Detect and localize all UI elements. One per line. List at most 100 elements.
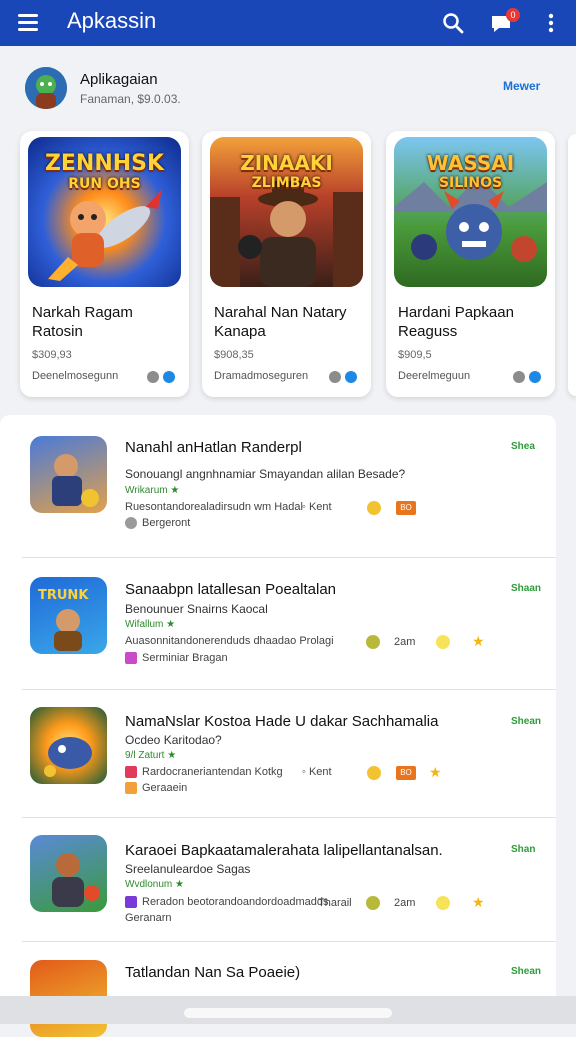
app-bar: Apkassin 0	[0, 0, 576, 46]
card-badges	[329, 371, 357, 383]
item-meta-extra-text: Kent	[308, 501, 332, 513]
list-item[interactable]: NamaNslar Kostoa Hade U dakar Sachhamali…	[0, 690, 556, 818]
game-icon-art	[52, 853, 100, 907]
game-art-subtitle: ZLIMBAS	[251, 175, 322, 191]
badge-icon: BO	[396, 501, 416, 515]
card-price: $908,35	[214, 349, 254, 361]
more-options-icon[interactable]	[539, 11, 563, 35]
game-art-title-text: ZENNHSK	[44, 151, 165, 176]
game-art: ZINAAKI ZLIMBAS	[210, 137, 363, 287]
game-icon-art	[44, 737, 92, 777]
item-developer-text: Geraaein	[142, 782, 188, 794]
item-meta-text: Reradon beotorandoandordoadmadds	[142, 896, 329, 908]
item-meta: Auasonnitandonerenduds dhaadao Prolagi	[125, 635, 334, 647]
game-art-subtitle: SILINOS	[438, 175, 503, 191]
item-title: Sanaabpn latallesan Poealtalan	[125, 581, 337, 598]
game-icon	[30, 835, 107, 912]
item-status: Shan	[511, 844, 536, 855]
newer-link[interactable]: Mewer	[503, 79, 540, 93]
item-category: Wrikarum ★	[125, 485, 180, 496]
featured-card[interactable]: WASSAI SILINOS Hardani Papkaan Reaguss $9…	[386, 131, 555, 397]
item-meta: Ruesontandorealadirsudn wm Hadal	[125, 501, 303, 513]
item-developer-text: Serminiar Bragan	[142, 652, 228, 664]
item-meta-text: Rardocraneriantendan Kotkg	[142, 766, 283, 778]
card-badges	[147, 371, 175, 383]
moon-icon	[436, 635, 450, 649]
item-title: NamaNslar Kostoa Hade U dakar Sachhamali…	[125, 713, 439, 730]
item-developer: Geranarn	[125, 912, 172, 924]
item-title: Nanahl anHatlan Randerpl	[125, 439, 302, 456]
star-icon: ★	[472, 633, 485, 649]
card-price: $909,5	[398, 349, 432, 361]
game-icon-art	[52, 454, 99, 507]
item-developer-row: Reradon beotorandoandordoadmadds	[125, 896, 329, 909]
card-title: Hardani Papkaan Reaguss	[398, 304, 514, 340]
coin-icon	[367, 766, 381, 780]
game-art: ZENNHSK RUN OHS	[28, 137, 181, 287]
profile-row: Aplikagaian Fanaman, $9.0.03. Mewer	[0, 46, 576, 130]
featured-card-peek[interactable]	[568, 134, 576, 396]
item-meta-extra: ◦ Kent	[302, 766, 332, 778]
item-category: 9/l Zaturt ★	[125, 750, 177, 761]
item-description: Ocdeo Karitodao?	[125, 733, 222, 747]
card-developer: Deerelmeguun	[398, 370, 471, 382]
avatar-image	[25, 67, 67, 109]
game-art-title: ZINAAKI ZLIMBAS	[210, 151, 363, 191]
search-icon[interactable]	[441, 11, 465, 35]
game-icon	[30, 436, 107, 513]
profile-name: Aplikagaian	[80, 71, 158, 88]
coin-icon	[366, 896, 380, 910]
game-art-title: ZENNHSK RUN OHS	[28, 151, 181, 192]
card-developer: Deenelmosegunn	[32, 370, 119, 382]
item-description: Benounuer Snairns Kaocal	[125, 602, 268, 616]
game-icon-art: TRUNK	[38, 588, 89, 651]
list-item[interactable]: TRUNK Sanaabpn latallesan Poealtalan Ben…	[0, 558, 556, 690]
game-icon	[30, 707, 107, 784]
item-time: 2am	[394, 897, 416, 909]
item-meta-text: Auasonnitandonerenduds dhaadao Prolagi	[125, 635, 334, 647]
badge-icon: BO	[396, 766, 416, 780]
item-meta-extra-text: Kent	[308, 766, 332, 778]
item-status: Shea	[511, 441, 535, 452]
item-category: Wvdlonum ★	[125, 879, 184, 890]
card-price: $309,93	[32, 349, 72, 361]
coin-icon	[366, 635, 380, 649]
item-description: Sreelanuleardoe Sagas	[125, 862, 251, 876]
item-meta-extra: Tharail	[318, 897, 352, 909]
card-title: Narkah Ragam Ratosin	[32, 304, 133, 340]
item-title: Tatlandan Nan Sa Poaeie)	[125, 964, 301, 981]
moon-icon	[436, 896, 450, 910]
card-developer: Dramadmoseguren	[214, 370, 309, 382]
item-title: Karaoei Bapkaatamalerahata lalipellantan…	[125, 842, 443, 859]
game-art-title-text: WASSAI	[426, 151, 515, 175]
item-description: Sonouangl angnhnamiar Smayandan alilan B…	[125, 467, 406, 481]
star-icon: ★	[472, 894, 485, 910]
app-list: Nanahl anHatlan Randerpl Sonouangl angnh…	[0, 415, 556, 1037]
list-item[interactable]: Karaoei Bapkaatamalerahata lalipellantan…	[0, 818, 556, 942]
item-meta: Rardocraneriantendan Kotkg	[125, 766, 283, 779]
item-status: Shean	[511, 716, 542, 727]
menu-icon[interactable]	[18, 14, 38, 32]
game-art-subtitle: RUN OHS	[68, 176, 141, 192]
item-developer: Serminiar Bragan	[125, 652, 228, 665]
featured-card[interactable]: ZENNHSK RUN OHS Narkah Ragam Ratosin $309…	[20, 131, 189, 397]
game-art: WASSAI SILINOS	[394, 137, 547, 287]
item-meta-text: Ruesontandorealadirsudn wm Hadal	[125, 501, 303, 513]
item-developer: Bergeront	[125, 517, 190, 530]
avatar[interactable]	[25, 67, 67, 109]
app-title: Apkassin	[67, 8, 157, 33]
item-meta-extra: ◦ Kent	[302, 501, 332, 513]
item-status: Shaan	[511, 583, 542, 594]
game-art-title-text: ZINAAKI	[240, 151, 333, 175]
game-art-title: WASSAI SILINOS	[394, 151, 547, 191]
list-item[interactable]: Nanahl anHatlan Randerpl Sonouangl angnh…	[0, 415, 556, 557]
item-meta-extra: 2am	[394, 636, 416, 648]
card-title: Narahal Nan Natary Kanapa	[214, 304, 347, 340]
star-icon: ★	[429, 764, 442, 780]
game-icon: TRUNK	[30, 577, 107, 654]
scrollbar[interactable]	[184, 1008, 392, 1018]
coin-icon	[367, 501, 381, 515]
item-developer: Geraaein	[125, 782, 188, 795]
svg-text:TRUNK: TRUNK	[38, 588, 89, 603]
featured-card[interactable]: ZINAAKI ZLIMBAS Narahal Nan Natary Kanapa…	[202, 131, 371, 397]
